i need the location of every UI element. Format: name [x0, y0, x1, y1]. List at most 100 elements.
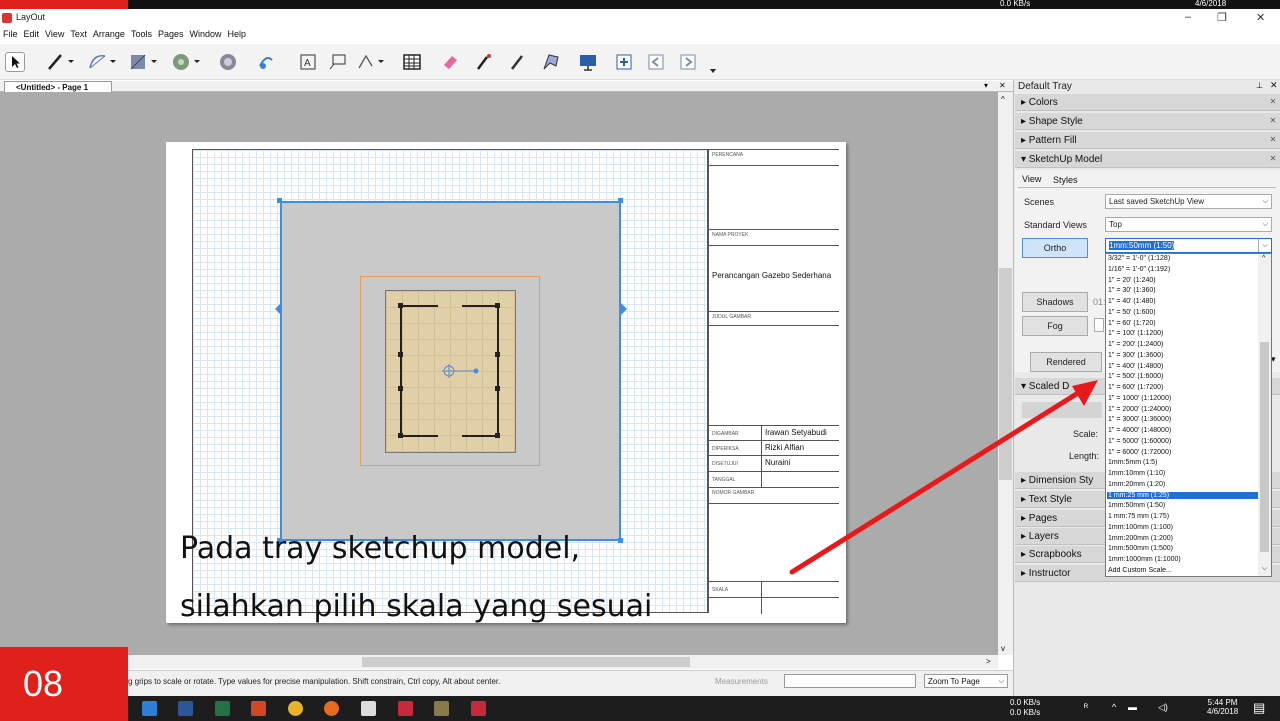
presentation-icon[interactable]	[578, 52, 598, 72]
volume-icon[interactable]: ◁)	[1158, 702, 1168, 713]
dropdown-scroll-up-icon[interactable]: ^	[1262, 255, 1265, 262]
scale-option[interactable]: 1mm:5mm (1:5)	[1107, 459, 1258, 467]
scale-option[interactable]: 1mm:50mm (1:50)	[1107, 502, 1258, 510]
app-taskbar-icon[interactable]	[434, 701, 449, 716]
panel-close-icon[interactable]: ✕	[1268, 116, 1278, 126]
scale-option[interactable]: 1mm:200mm (1:200)	[1107, 535, 1258, 543]
scale-option[interactable]: 1" = 20' (1:240)	[1107, 277, 1258, 285]
scale-option[interactable]: 1" = 100' (1:1200)	[1107, 330, 1258, 338]
powerpoint-icon[interactable]	[251, 701, 266, 716]
scale-option[interactable]: 1" = 2000' (1:24000)	[1107, 406, 1258, 414]
restore-button[interactable]: ❐	[1217, 11, 1227, 24]
circle-tool-icon[interactable]	[172, 52, 200, 72]
scale-option[interactable]: 1" = 3000' (1:36000)	[1107, 416, 1258, 424]
previous-page-icon[interactable]	[646, 52, 666, 72]
scale-option[interactable]: 1" = 300' (1:3600)	[1107, 352, 1258, 360]
dropdown-scroll-down-icon[interactable]: ⌵	[1262, 565, 1267, 573]
scale-option[interactable]: Add Custom Scale...	[1107, 567, 1258, 575]
grip-bottom-right[interactable]	[618, 538, 623, 543]
tray-close-icon[interactable]: ✕	[1270, 80, 1278, 91]
measurements-input[interactable]	[784, 674, 916, 688]
layout-taskbar-icon[interactable]	[398, 701, 413, 716]
minimize-button[interactable]: –	[1185, 11, 1191, 23]
scale-option[interactable]: 1" = 5000' (1:60000)	[1107, 438, 1258, 446]
file-explorer-icon[interactable]	[142, 701, 157, 716]
scale-option[interactable]: 1mm:20mm (1:20)	[1107, 481, 1258, 489]
offset-tool-icon[interactable]	[256, 52, 276, 72]
fog-color-swatch[interactable]	[1094, 318, 1104, 332]
tab-styles[interactable]: Styles	[1053, 175, 1078, 185]
ortho-button[interactable]: Ortho	[1022, 238, 1088, 258]
menu-window[interactable]: Window	[186, 29, 224, 39]
panel-close-icon[interactable]: ✕	[1268, 154, 1278, 164]
firefox-icon[interactable]	[324, 701, 339, 716]
tray-chevron-icon[interactable]: ^	[1112, 702, 1116, 712]
pin-icon[interactable]: ⊥	[1256, 81, 1263, 90]
tab-close-icon[interactable]: ✕	[999, 81, 1006, 90]
close-button[interactable]: ✕	[1256, 11, 1265, 24]
scale-option[interactable]: 1mm:100mm (1:100)	[1107, 524, 1258, 532]
scale-option[interactable]: 1" = 50' (1:600)	[1107, 309, 1258, 317]
panel-pattern-fill[interactable]: ▸ Pattern Fill ✕	[1015, 132, 1280, 149]
panel-sketchup-model[interactable]: ▾ SketchUp Model ✕	[1015, 151, 1280, 168]
dropdown-scroll-thumb[interactable]	[1260, 342, 1269, 552]
menu-help[interactable]: Help	[225, 29, 250, 39]
grip-left-middle-icon[interactable]	[275, 303, 281, 317]
scroll-right-icon[interactable]: >	[986, 657, 991, 666]
scale-option[interactable]: 1" = 400' (1:4800)	[1107, 363, 1258, 371]
table-tool-icon[interactable]	[402, 52, 422, 72]
scale-option[interactable]: 1" = 60' (1:720)	[1107, 320, 1258, 328]
menu-text[interactable]: Text	[67, 29, 90, 39]
panel-close-icon[interactable]: ✕	[1268, 97, 1278, 107]
style-picker-icon[interactable]	[474, 52, 494, 72]
word-icon[interactable]	[178, 701, 193, 716]
excel-icon[interactable]	[215, 701, 230, 716]
scale-dropdown-list[interactable]: ^ ⌵ 3/32" = 1'-0" (1:128) 1/16" = 1'-0" (…	[1105, 253, 1272, 577]
select-tool-icon[interactable]	[5, 52, 25, 72]
scale-option[interactable]: 3/32" = 1'-0" (1:128)	[1107, 255, 1258, 263]
dimension-tool-icon[interactable]	[356, 52, 384, 72]
menu-edit[interactable]: Edit	[21, 29, 43, 39]
menu-arrange[interactable]: Arrange	[90, 29, 128, 39]
grip-right-middle-icon[interactable]	[621, 303, 627, 317]
zoom-select[interactable]: Zoom To Page ⌵	[924, 674, 1008, 688]
tab-dropdown-icon[interactable]: ▾	[984, 81, 988, 90]
taskbar-clock[interactable]: 5:44 PM 4/6/2018	[1207, 698, 1238, 716]
sketchup-icon[interactable]	[361, 701, 376, 716]
tab-view[interactable]: View	[1022, 174, 1041, 184]
scroll-down-icon[interactable]: v	[1001, 644, 1005, 653]
eraser-tool-icon[interactable]	[440, 52, 460, 72]
label-tool-icon[interactable]	[328, 52, 348, 72]
menu-file[interactable]: File	[0, 29, 21, 39]
scroll-up-icon[interactable]: ^	[1001, 95, 1005, 104]
chrome-icon[interactable]	[288, 701, 303, 716]
style-apply-icon[interactable]	[508, 52, 528, 72]
render-mode-button[interactable]: Rendered	[1030, 352, 1102, 372]
app2-taskbar-icon[interactable]	[471, 701, 486, 716]
horizontal-scroll-thumb[interactable]	[362, 657, 690, 667]
standard-views-select[interactable]: Top ⌵	[1105, 217, 1272, 232]
scale-option[interactable]: 1" = 30' (1:360)	[1107, 287, 1258, 295]
panel-close-icon[interactable]: ✕	[1268, 135, 1278, 145]
notifications-icon[interactable]: ▤	[1253, 700, 1265, 716]
split-tool-icon[interactable]	[541, 52, 561, 72]
scale-option[interactable]: 1" = 4000' (1:48000)	[1107, 427, 1258, 435]
arc-tool-icon[interactable]	[88, 52, 116, 72]
scenes-select[interactable]: Last saved SketchUp View ⌵	[1105, 194, 1272, 209]
menu-view[interactable]: View	[42, 29, 67, 39]
text-tool-icon[interactable]: A	[298, 52, 318, 72]
menu-pages[interactable]: Pages	[155, 29, 187, 39]
scale-option[interactable]: 1" = 40' (1:480)	[1107, 298, 1258, 306]
scale-option[interactable]: 1mm:500mm (1:500)	[1107, 545, 1258, 553]
people-icon[interactable]: ᴿ	[1084, 702, 1088, 712]
grip-top-right[interactable]	[618, 198, 623, 203]
line-tool-icon[interactable]	[46, 52, 74, 72]
toolbar-overflow-icon[interactable]	[710, 66, 716, 73]
scale-select[interactable]: 1mm:50mm (1:50) ⌵	[1105, 238, 1272, 253]
menu-tools[interactable]: Tools	[128, 29, 155, 39]
scale-option[interactable]: 1 mm:75 mm (1:75)	[1107, 513, 1258, 521]
battery-icon[interactable]: ▬	[1128, 702, 1137, 712]
panel-shape-style[interactable]: ▸ Shape Style ✕	[1015, 113, 1280, 130]
scale-option[interactable]: 1" = 200' (1:2400)	[1107, 341, 1258, 349]
panel-colors[interactable]: ▸ Colors ✕	[1015, 94, 1280, 111]
